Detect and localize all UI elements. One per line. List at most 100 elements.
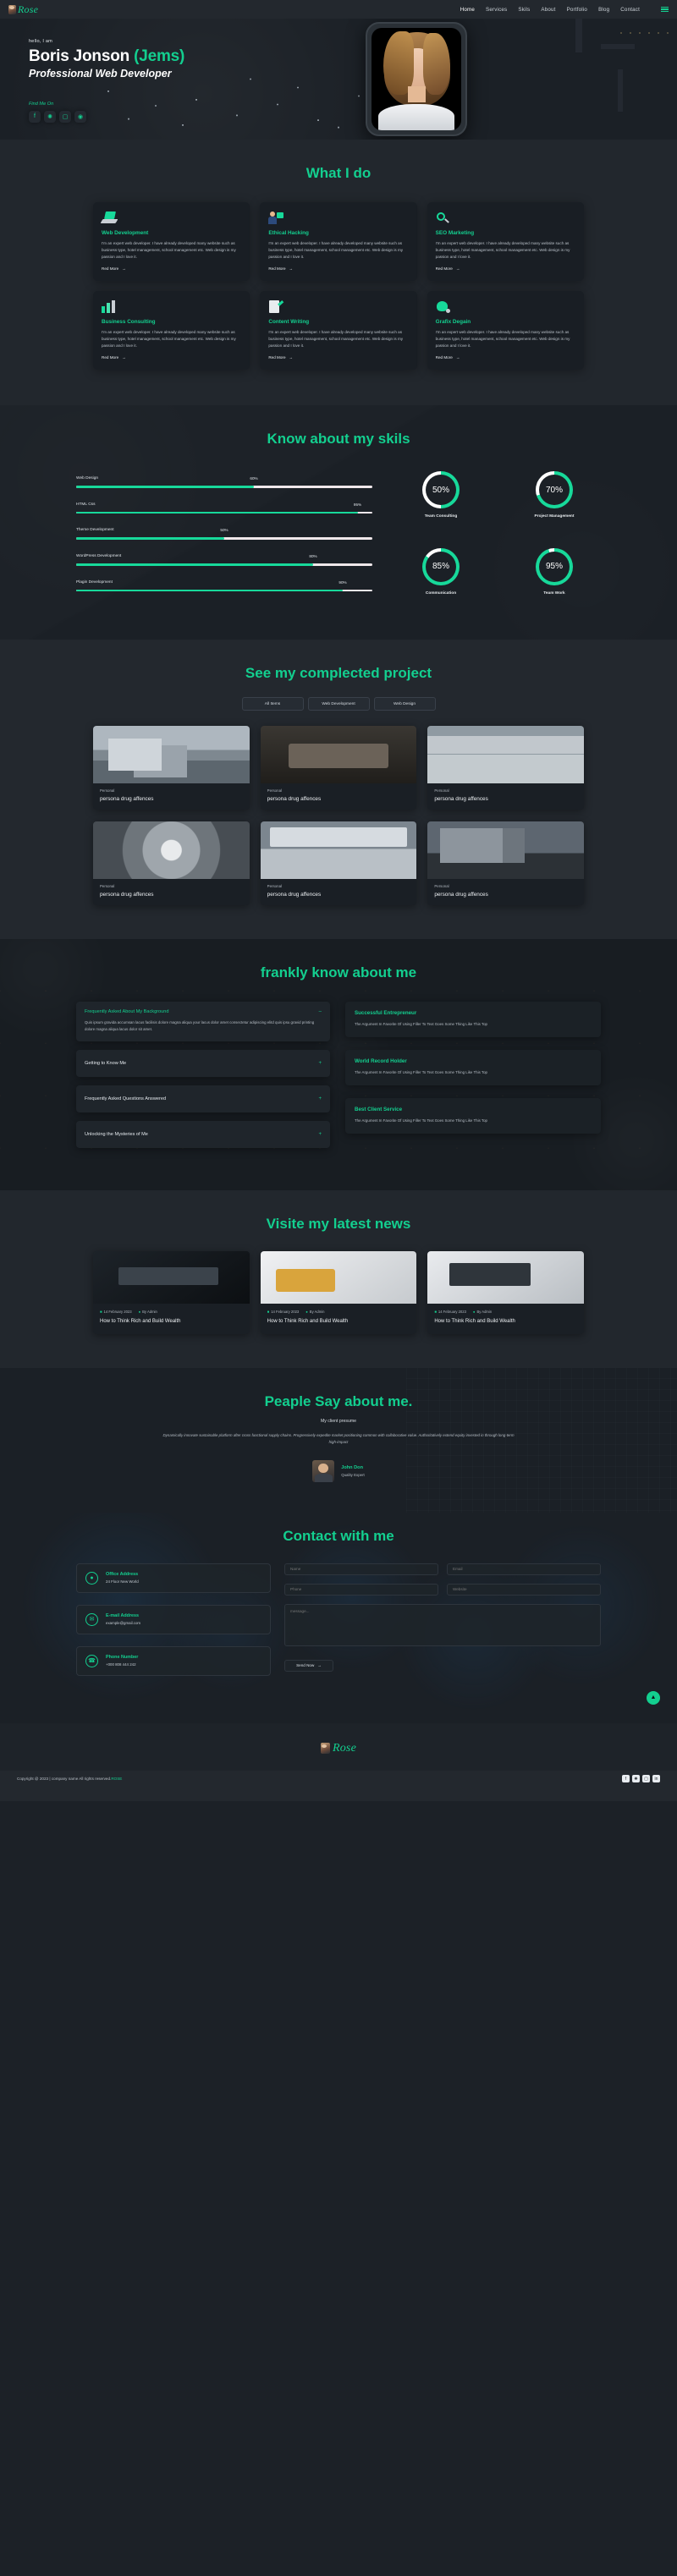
news-thumbnail (427, 1251, 584, 1304)
scroll-top-icon[interactable]: ▲ (647, 1690, 660, 1705)
tab-web-development[interactable]: Web Development (307, 697, 370, 711)
nav-item-blog[interactable]: Blog (598, 7, 609, 13)
contact-info-list: ● Office Address 24 Floor New World ✉ E-… (76, 1563, 271, 1688)
name-input[interactable] (284, 1563, 438, 1575)
phone-input[interactable] (284, 1583, 438, 1596)
feature-card: Successful Entrepreneur The Argument In … (345, 1002, 601, 1038)
nav-item-about[interactable]: About (541, 7, 555, 13)
hero-greeting: hello, I am (29, 39, 53, 45)
project-card[interactable]: Personal persona drug affences (93, 821, 250, 906)
contact-info-value: example@gmail.com (106, 1621, 141, 1626)
skill-bar-track (76, 563, 372, 566)
nav-item-contact[interactable]: Contact (620, 7, 640, 13)
contact-info-value: 24 Floor New World (106, 1579, 139, 1585)
tab-web-design[interactable]: Web Design (373, 697, 436, 711)
twitter-icon[interactable]: ✺ (44, 110, 56, 123)
news-headline: How to Think Rich and Build Wealth (267, 1319, 349, 1324)
skill-bar-row: Web Design 60% (76, 476, 372, 488)
twitter-icon[interactable]: ✺ (632, 1775, 640, 1783)
footer-brand[interactable]: Rose (0, 1742, 677, 1755)
top-navbar: Rose Home Services Skils About Portfolio… (0, 0, 677, 19)
accordion-item[interactable]: Unlocking the Mysteries of Me + (76, 1121, 330, 1148)
service-card[interactable]: Content Writing I'm an expert web develo… (260, 291, 417, 371)
read-more-link[interactable]: Red More → (268, 266, 408, 271)
news-date: ■ 14 February 2023 (434, 1310, 466, 1314)
dribbble-icon[interactable]: ◉ (74, 110, 86, 123)
read-more-link[interactable]: Red More → (436, 355, 575, 360)
project-name: persona drug affences (100, 796, 154, 803)
project-name: persona drug affences (434, 796, 488, 803)
service-card[interactable]: Grafix Degain I'm an expert web develope… (427, 291, 584, 371)
nav-item-home[interactable]: Home (460, 7, 475, 13)
testimonial-title-accent: me. (388, 1393, 413, 1409)
read-more-link[interactable]: Red More → (102, 266, 241, 271)
service-card[interactable]: Business Consulting I'm an expert web de… (93, 291, 250, 371)
instagram-icon[interactable]: ▢ (642, 1775, 650, 1783)
skill-bar-fill (76, 563, 313, 566)
service-card[interactable]: SEO Marketing I'm an expert web develope… (427, 202, 584, 282)
skill-bar-track (76, 486, 372, 488)
plus-icon[interactable]: + (318, 1096, 322, 1101)
read-more-link[interactable]: Red More → (268, 355, 408, 360)
testimonial-author-name: John Don (341, 1464, 363, 1470)
message-textarea[interactable] (284, 1603, 601, 1646)
read-more-label: Red More (435, 355, 453, 360)
project-card[interactable]: Personal persona drug affences (427, 821, 584, 906)
project-category: Personal (100, 788, 115, 794)
accordion-question: Frequently Asked Questions Answered (85, 1096, 167, 1101)
facebook-icon[interactable]: f (622, 1775, 630, 1783)
skill-circle-gauge: 50% (422, 471, 460, 509)
testimonial-subtitle: My client presume (320, 1419, 357, 1424)
plus-icon[interactable]: + (318, 1132, 322, 1137)
project-card[interactable]: Personal persona drug affences (427, 726, 584, 810)
footer-brand-name: Rose (332, 1741, 356, 1755)
contact-info-address: ● Office Address 24 Floor New World (76, 1563, 271, 1593)
accordion-item[interactable]: Frequently Asked About My Background – Q… (76, 1002, 330, 1041)
nav-item-skils[interactable]: Skils (518, 7, 530, 13)
linkedin-icon[interactable]: in (652, 1775, 660, 1783)
skill-bar-label: Plagin Development (76, 579, 113, 585)
instagram-icon[interactable]: ▢ (59, 110, 71, 123)
news-card[interactable]: ■ 14 February 2023 ● By Admin How to Think… (93, 1251, 250, 1334)
contact-info-title: E-mail Address (106, 1613, 140, 1619)
location-icon: ● (85, 1571, 98, 1585)
project-card[interactable]: Personal persona drug affences (260, 726, 417, 810)
testimonial-section: Peaple Say about me. My client presume D… (0, 1368, 677, 1513)
service-card[interactable]: Web Development I'm an expert web develo… (93, 202, 250, 282)
read-more-link[interactable]: Red More → (102, 355, 241, 360)
news-section: Visite my latest news ■ 14 February 2023 … (0, 1190, 677, 1368)
minus-icon[interactable]: – (319, 1009, 322, 1014)
read-more-link[interactable]: Red More → (436, 266, 575, 271)
feature-title: Best Client Service (355, 1107, 403, 1112)
project-card[interactable]: Personal persona drug affences (93, 726, 250, 810)
accordion-item[interactable]: Frequently Asked Questions Answered + (76, 1085, 330, 1112)
nav-item-services[interactable]: Services (486, 7, 507, 13)
hero-section: hello, I am Boris Jonson (Jems) Professi… (0, 19, 677, 140)
nav-item-portfolio[interactable]: Portfolio (567, 7, 588, 13)
arrow-right-icon: → (317, 1663, 322, 1668)
hamburger-icon[interactable] (661, 6, 669, 13)
skill-circle-gauge: 85% (422, 547, 460, 585)
accordion-item[interactable]: Getting to Know Me + (76, 1050, 330, 1077)
website-input[interactable] (447, 1583, 601, 1596)
project-card[interactable]: Personal persona drug affences (260, 821, 417, 906)
feature-card: Best Client Service The Argument In Favo… (345, 1098, 601, 1134)
phone-icon: ☎ (85, 1654, 98, 1667)
plus-icon[interactable]: + (318, 1061, 322, 1066)
skill-circle-item: 70% Project Management (508, 471, 601, 529)
skills-title-main: Know about my (267, 431, 374, 448)
services-section: What I do Web Development I'm an expert … (0, 140, 677, 406)
facebook-icon[interactable]: f (29, 110, 41, 123)
contact-info-value: +000 808 444 242 (106, 1662, 136, 1667)
service-card[interactable]: Ethical Hacking I'm an expert web develo… (260, 202, 417, 282)
news-card[interactable]: ■ 14 February 2023 ● By Admin How to Think… (427, 1251, 584, 1334)
email-input[interactable] (447, 1563, 601, 1575)
news-card[interactable]: ■ 14 February 2023 ● By Admin How to Think… (260, 1251, 417, 1334)
tab-all-items[interactable]: All Items (241, 697, 304, 711)
news-thumbnail (260, 1251, 417, 1304)
brand-logo[interactable]: Rose (8, 3, 38, 16)
send-now-button[interactable]: Send Now → (284, 1659, 333, 1672)
calendar-icon: ■ (100, 1310, 102, 1314)
about-title: frankly know about me (0, 964, 677, 981)
skill-bar-track (76, 537, 372, 540)
